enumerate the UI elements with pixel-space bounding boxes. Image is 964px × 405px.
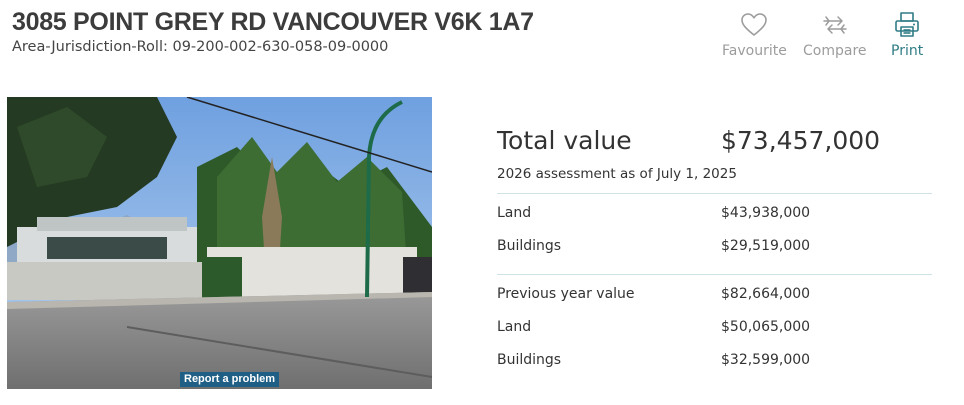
value-row-previous-buildings: Buildings $32,599,000	[497, 343, 932, 376]
total-value-label: Total value	[497, 126, 632, 155]
print-label: Print	[891, 43, 924, 59]
assessment-panel: Total value $73,457,000 2026 assessment …	[497, 126, 932, 376]
favourite-label: Favourite	[722, 43, 787, 59]
favourite-button[interactable]: Favourite	[722, 10, 787, 59]
current-values-group: Land $43,938,000 Buildings $29,519,000	[497, 194, 932, 274]
value-row-label: Buildings	[497, 352, 562, 368]
value-row-previous-land: Land $50,065,000	[497, 310, 932, 343]
value-row-amount: $32,599,000	[721, 352, 811, 368]
property-address: 3085 POINT GREY RD VANCOUVER V6K 1A7	[12, 8, 534, 36]
printer-icon	[895, 12, 919, 37]
value-row-amount: $43,938,000	[721, 205, 811, 221]
previous-values-group: Previous year value $82,664,000 Land $50…	[497, 275, 932, 376]
value-row-land: Land $43,938,000	[497, 196, 932, 229]
report-problem-link[interactable]: Report a problem	[180, 372, 280, 387]
assessment-date: 2026 assessment as of July 1, 2025	[497, 166, 737, 182]
value-row-amount: $29,519,000	[721, 238, 811, 254]
value-row-label: Buildings	[497, 238, 562, 254]
compare-label: Compare	[803, 43, 867, 59]
street-view-image	[7, 97, 432, 389]
total-value-amount: $73,457,000	[721, 126, 881, 155]
value-row-amount: $50,065,000	[721, 319, 811, 335]
heart-icon	[741, 13, 768, 36]
value-row-previous-year: Previous year value $82,664,000	[497, 277, 932, 310]
total-value-row: Total value $73,457,000	[497, 126, 932, 164]
compare-arrows-icon	[823, 16, 847, 34]
value-row-label: Land	[497, 319, 532, 335]
value-row-buildings: Buildings $29,519,000	[497, 229, 932, 262]
compare-button[interactable]: Compare	[803, 10, 867, 59]
property-photo: Report a problem	[7, 97, 432, 389]
value-row-amount: $82,664,000	[721, 286, 811, 302]
print-button[interactable]: Print	[891, 10, 923, 59]
roll-number: Area-Jurisdiction-Roll: 09-200-002-630-0…	[12, 39, 389, 55]
value-row-label: Previous year value	[497, 286, 635, 302]
value-row-label: Land	[497, 205, 532, 221]
